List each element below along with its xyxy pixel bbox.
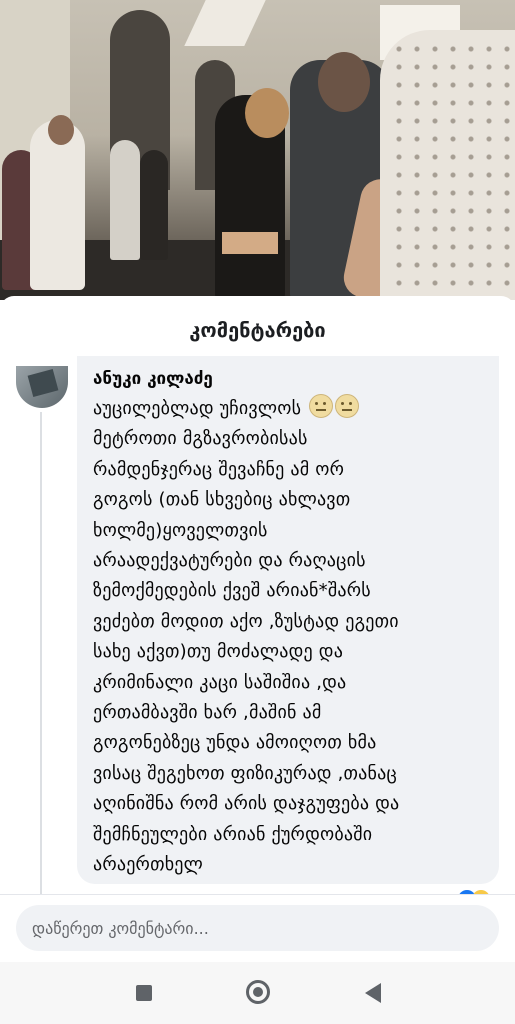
back-button[interactable] — [343, 962, 403, 1024]
video-frame[interactable] — [0, 0, 515, 300]
home-button[interactable] — [227, 962, 287, 1024]
comment-text: აუცილებლად უჩივლოს მეტროთი მგზავრობისას … — [93, 394, 493, 881]
avatar[interactable] — [16, 366, 68, 408]
neutral-face-emoji — [309, 394, 334, 418]
system-nav-bar — [0, 962, 515, 1024]
thread-line — [40, 412, 42, 894]
recents-button[interactable] — [112, 962, 172, 1024]
comment-author[interactable]: ანუკი კილაძე — [93, 369, 213, 389]
woman-midriff — [222, 232, 278, 254]
home-circle-icon — [246, 980, 270, 1004]
comment-input[interactable] — [16, 905, 499, 951]
sheet-title: კომენტარები — [189, 318, 326, 342]
avatar-image — [27, 369, 59, 397]
background-person — [140, 150, 168, 260]
background-person-head — [48, 115, 74, 145]
man-head — [318, 52, 370, 112]
ceiling-light — [184, 0, 266, 46]
neutral-face-emoji — [335, 394, 360, 418]
comment-body-text: მეტროთი მგზავრობისას რამდენჯერაც შევაჩნე… — [93, 428, 400, 876]
back-triangle-icon — [365, 983, 381, 1003]
background-person — [110, 140, 140, 260]
composer-bar — [0, 894, 515, 962]
woman-head — [245, 88, 289, 138]
comments-sheet: კომენტარები ანუკი კილაძე აუცილებლად უჩივ… — [0, 296, 515, 962]
comment-first-line: აუცილებლად უჩივლოს — [93, 398, 302, 419]
shirt-pattern — [390, 40, 515, 300]
background-person — [30, 120, 85, 290]
recents-square-icon — [136, 985, 152, 1001]
